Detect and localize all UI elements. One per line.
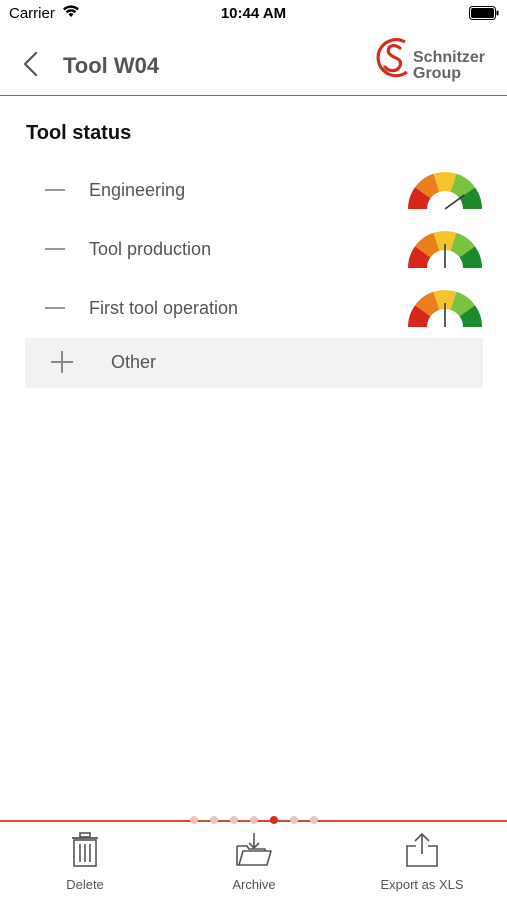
delete-button[interactable]: Delete: [10, 822, 160, 900]
section-title: Tool status: [26, 122, 132, 144]
status-row-first-tool-operation[interactable]: First tool operation: [25, 279, 483, 338]
archive-label: Archive: [232, 877, 276, 892]
archive-button[interactable]: Archive: [179, 822, 329, 900]
back-chevron-icon[interactable]: [18, 50, 44, 78]
gauge-icon: [408, 231, 482, 268]
other-label: Other: [111, 352, 157, 372]
logo-text-line1: Schnitzer: [413, 49, 486, 66]
company-logo: Schnitzer Group: [375, 34, 485, 84]
collapse-dash-icon: [45, 307, 65, 309]
export-label: Export as XLS: [380, 877, 464, 892]
trash-icon: [72, 832, 98, 867]
plus-icon: [51, 351, 73, 373]
tool-status-list: Engineering Tool production First tool o…: [25, 161, 483, 388]
gauge-icon: [408, 290, 482, 327]
collapse-dash-icon: [45, 189, 65, 191]
logo-text-line2: Group: [413, 65, 461, 82]
status-row-engineering[interactable]: Engineering: [25, 161, 483, 220]
share-export-icon: [406, 832, 438, 867]
export-xls-button[interactable]: Export as XLS: [347, 822, 497, 900]
page-title: Tool W04: [63, 53, 160, 78]
navigation-bar: Tool W04 Schnitzer Group: [0, 28, 507, 96]
other-row[interactable]: Other: [25, 338, 483, 388]
collapse-dash-icon: [45, 248, 65, 250]
status-label: First tool operation: [89, 298, 239, 318]
status-row-tool-production[interactable]: Tool production: [25, 220, 483, 279]
delete-label: Delete: [66, 877, 104, 892]
battery-icon: [469, 6, 499, 20]
bottom-toolbar: Delete Archive Export as XLS: [0, 822, 507, 900]
status-label: Tool production: [89, 239, 212, 259]
gauge-icon: [408, 172, 482, 210]
status-bar: Carrier 10:44 AM: [0, 0, 507, 28]
gauge-needle: [444, 194, 465, 210]
status-label: Engineering: [89, 180, 186, 200]
clock: 10:44 AM: [220, 5, 287, 22]
archive-folder-icon: [236, 833, 272, 866]
schnitzer-logo-mark: [376, 38, 408, 78]
